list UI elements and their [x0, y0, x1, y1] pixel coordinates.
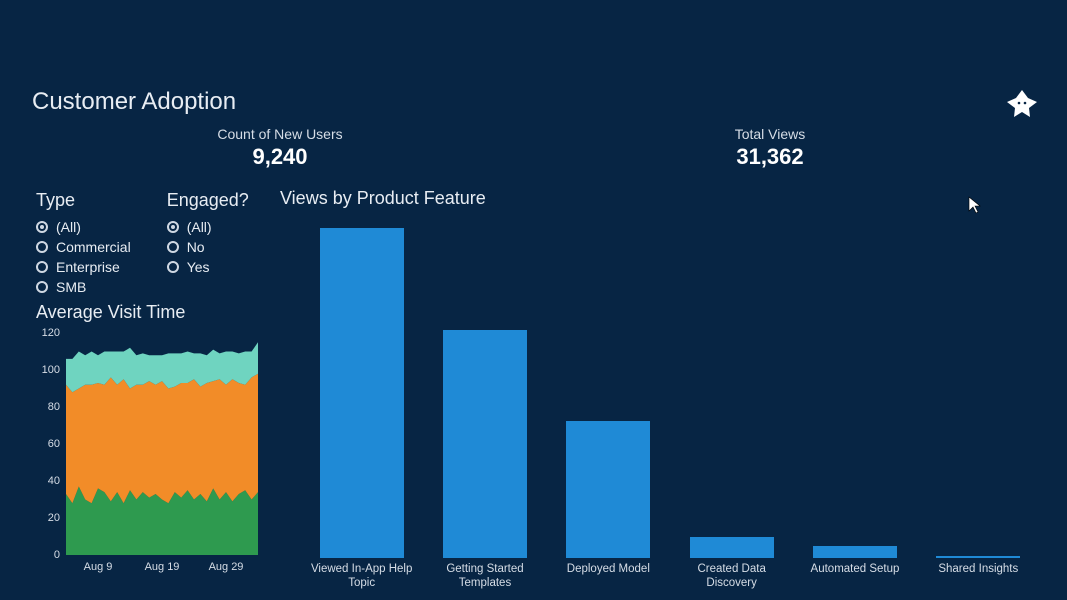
area-plot — [66, 333, 258, 555]
radio-icon — [36, 221, 48, 233]
bar-column — [917, 556, 1040, 558]
radio-option[interactable]: Commercial — [36, 237, 131, 257]
filters-panel: Type (All) Commercial Enterprise SMB Engage… — [36, 190, 249, 297]
stat-total-views: Total Views 31,362 — [680, 126, 860, 170]
brand-logo-icon — [1005, 88, 1039, 123]
bar — [443, 330, 527, 558]
stat-new-users-label: Count of New Users — [190, 126, 370, 142]
y-tick: 100 — [32, 364, 60, 376]
radio-label: No — [187, 239, 205, 255]
bar-xlabel: Shared Insights — [917, 562, 1040, 591]
radio-option[interactable]: SMB — [36, 277, 131, 297]
y-tick: 0 — [32, 549, 60, 561]
x-tick: Aug 9 — [66, 561, 130, 573]
bar-xlabel: Viewed In-App Help Topic — [300, 562, 423, 591]
chart-views-by-product-feature: Views by Product Feature Viewed In-App H… — [280, 188, 1050, 209]
radio-label: Yes — [187, 259, 210, 275]
chart-area-title: Average Visit Time — [36, 302, 185, 323]
radio-icon — [36, 241, 48, 253]
y-tick: 20 — [32, 512, 60, 524]
x-tick: Aug 29 — [194, 561, 258, 573]
filter-engaged-title: Engaged? — [167, 190, 249, 211]
radio-icon — [167, 241, 179, 253]
radio-icon — [167, 261, 179, 273]
y-tick: 60 — [32, 438, 60, 450]
bar — [566, 421, 650, 558]
radio-icon — [36, 261, 48, 273]
bar — [936, 556, 1020, 558]
y-tick: 120 — [32, 327, 60, 339]
radio-label: SMB — [56, 279, 86, 295]
y-tick: 40 — [32, 475, 60, 487]
bar — [320, 228, 404, 558]
radio-option[interactable]: Enterprise — [36, 257, 131, 277]
bar-xlabel: Getting Started Templates — [423, 562, 546, 591]
bar-plot — [300, 228, 1040, 558]
radio-label: (All) — [187, 219, 212, 235]
radio-option[interactable]: (All) — [36, 217, 131, 237]
bar-column — [547, 421, 670, 558]
stat-total-views-label: Total Views — [680, 126, 860, 142]
radio-icon — [36, 281, 48, 293]
radio-icon — [167, 221, 179, 233]
y-tick: 80 — [32, 401, 60, 413]
radio-label: (All) — [56, 219, 81, 235]
radio-option[interactable]: Yes — [167, 257, 249, 277]
stat-new-users-value: 9,240 — [190, 144, 370, 170]
filter-engaged: Engaged? (All) No Yes — [167, 190, 249, 297]
filter-type-title: Type — [36, 190, 131, 211]
bar-column — [300, 228, 423, 558]
radio-label: Commercial — [56, 239, 131, 255]
filter-type: Type (All) Commercial Enterprise SMB — [36, 190, 131, 297]
radio-option[interactable]: No — [167, 237, 249, 257]
bar-column — [423, 330, 546, 558]
page-title: Customer Adoption — [32, 88, 236, 116]
radio-label: Enterprise — [56, 259, 120, 275]
bar — [690, 537, 774, 558]
bar-xlabel: Created Data Discovery — [670, 562, 793, 591]
chart-average-visit-time: Average Visit Time 020406080100120 Aug 9… — [36, 302, 185, 329]
bar-column — [793, 546, 916, 558]
stat-new-users: Count of New Users 9,240 — [190, 126, 370, 170]
bar-xlabel: Deployed Model — [547, 562, 670, 591]
x-tick: Aug 19 — [130, 561, 194, 573]
bar-column — [670, 537, 793, 558]
area-series — [66, 374, 258, 504]
stat-total-views-value: 31,362 — [680, 144, 860, 170]
chart-bar-title: Views by Product Feature — [280, 188, 1050, 209]
bar — [813, 546, 897, 558]
radio-option[interactable]: (All) — [167, 217, 249, 237]
bar-xlabel: Automated Setup — [793, 562, 916, 591]
